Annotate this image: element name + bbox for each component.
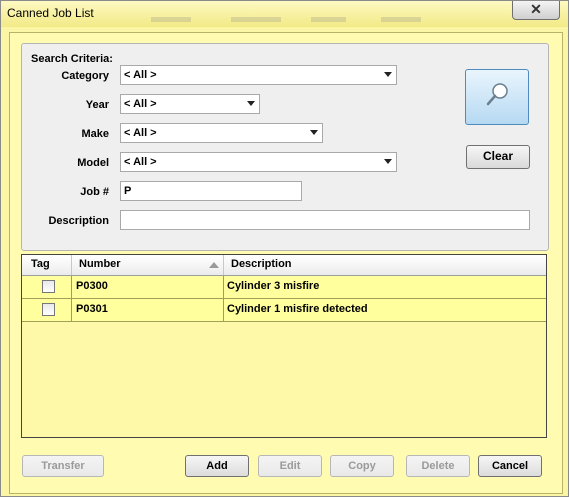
model-select[interactable]: < All >	[120, 152, 397, 172]
title-bar[interactable]: Canned Job List ✕	[1, 1, 568, 27]
magnifier-icon	[486, 83, 508, 106]
make-label: Make	[81, 128, 109, 140]
category-select[interactable]: < All >	[120, 65, 397, 85]
window-title: Canned Job List	[7, 6, 94, 20]
transfer-button[interactable]: Transfer	[22, 455, 104, 477]
search-button[interactable]	[465, 69, 529, 125]
chevron-down-icon	[384, 159, 392, 164]
job-description-cell: Cylinder 3 misfire	[227, 280, 320, 292]
make-value: < All >	[124, 127, 157, 139]
job-grid: Tag Number Description P0300 Cylinder 3 …	[21, 254, 547, 438]
sort-ascending-icon	[209, 262, 219, 268]
category-label: Category	[61, 70, 109, 82]
clear-button[interactable]: Clear	[466, 145, 530, 169]
description-column-header[interactable]: Description	[231, 258, 292, 270]
delete-button[interactable]: Delete	[406, 455, 470, 477]
table-row[interactable]: P0301 Cylinder 1 misfire detected	[22, 299, 546, 322]
cell-divider	[223, 299, 224, 321]
year-select[interactable]: < All >	[120, 94, 260, 114]
cell-divider	[223, 276, 224, 298]
job-number-input[interactable]	[120, 181, 302, 201]
table-row[interactable]: P0300 Cylinder 3 misfire	[22, 276, 546, 299]
close-button[interactable]: ✕	[512, 1, 560, 20]
tag-column-header[interactable]: Tag	[31, 258, 50, 270]
model-value: < All >	[124, 156, 157, 168]
job-description-cell: Cylinder 1 misfire detected	[227, 303, 368, 315]
cell-divider	[71, 299, 72, 321]
dialog-body: Search Criteria: Category < All > Year <…	[9, 32, 563, 494]
edit-button[interactable]: Edit	[258, 455, 322, 477]
search-criteria-panel: Search Criteria: Category < All > Year <…	[21, 43, 549, 251]
add-button[interactable]: Add	[185, 455, 249, 477]
chevron-down-icon	[310, 130, 318, 135]
make-select[interactable]: < All >	[120, 123, 323, 143]
column-divider	[71, 255, 72, 275]
job-number-cell: P0300	[76, 280, 108, 292]
year-value: < All >	[124, 98, 157, 110]
tag-checkbox[interactable]	[42, 280, 55, 293]
canned-job-list-window: Canned Job List ✕ Search Criteria: Categ…	[0, 0, 569, 497]
cell-divider	[71, 276, 72, 298]
search-criteria-label: Search Criteria:	[31, 53, 113, 65]
description-input[interactable]	[120, 210, 530, 230]
cancel-button[interactable]: Cancel	[478, 455, 542, 477]
description-label: Description	[48, 215, 109, 227]
job-number-cell: P0301	[76, 303, 108, 315]
number-column-header[interactable]: Number	[79, 258, 121, 270]
close-icon: ✕	[530, 1, 542, 17]
chevron-down-icon	[247, 101, 255, 106]
column-divider	[223, 255, 224, 275]
job-number-label: Job #	[80, 186, 109, 198]
chevron-down-icon	[384, 72, 392, 77]
category-value: < All >	[124, 69, 157, 81]
grid-header: Tag Number Description	[22, 255, 546, 276]
tag-checkbox[interactable]	[42, 303, 55, 316]
copy-button[interactable]: Copy	[330, 455, 394, 477]
year-label: Year	[85, 99, 109, 111]
model-label: Model	[77, 157, 109, 169]
